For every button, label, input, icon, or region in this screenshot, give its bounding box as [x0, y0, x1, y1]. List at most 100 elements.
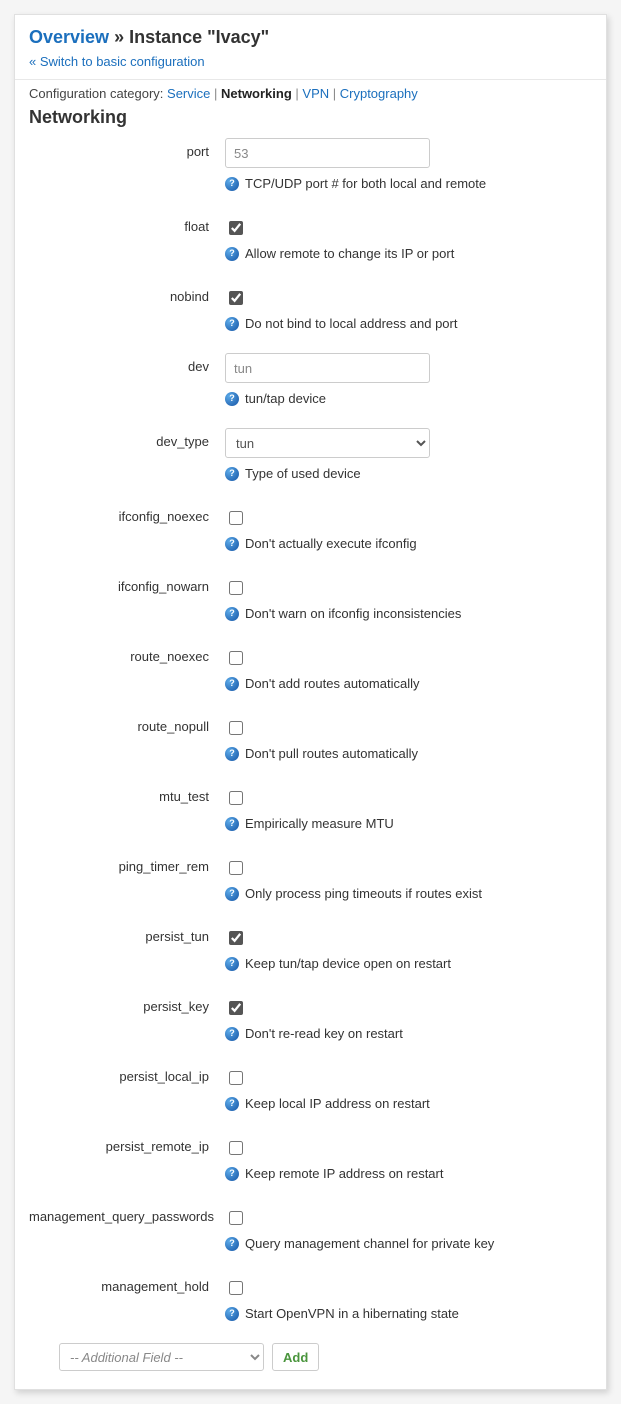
- help-icon: ?: [225, 317, 239, 331]
- label-dev: dev: [29, 353, 225, 374]
- help-icon: ?: [225, 247, 239, 261]
- help-persist_key: ?Don't re-read key on restart: [225, 1026, 592, 1041]
- input-port[interactable]: [225, 138, 430, 168]
- label-route_noexec: route_noexec: [29, 643, 225, 664]
- switch-basic-link[interactable]: « Switch to basic configuration: [29, 54, 205, 69]
- additional-field-select[interactable]: -- Additional Field --: [59, 1343, 264, 1371]
- help-route_noexec: ? Don't add routes automatically: [225, 676, 592, 691]
- field-persist_tun: ?Keep tun/tap device open on restart: [225, 923, 592, 971]
- input-persist_local_ip[interactable]: [229, 1071, 243, 1085]
- help-icon: ?: [225, 467, 239, 481]
- label-port: port: [29, 138, 225, 159]
- help-text-ping_timer_rem: Only process ping timeouts if routes exi…: [245, 886, 482, 901]
- help-port: ? TCP/UDP port # for both local and remot…: [225, 176, 592, 191]
- label-mtu_test: mtu_test: [29, 783, 225, 804]
- category-link-service[interactable]: Service: [167, 86, 210, 101]
- breadcrumb-overview-link[interactable]: Overview: [29, 27, 109, 47]
- field-port: ? TCP/UDP port # for both local and remot…: [225, 138, 592, 191]
- input-management_query_passwords[interactable]: [229, 1211, 243, 1225]
- help-persist_local_ip: ? Keep local IP address on restart: [225, 1096, 592, 1111]
- help-text-persist_local_ip: Keep local IP address on restart: [245, 1096, 430, 1111]
- help-icon: ?: [225, 177, 239, 191]
- category-sep: |: [210, 86, 221, 101]
- help-icon: ?: [225, 1237, 239, 1251]
- input-ifconfig_noexec[interactable]: [229, 511, 243, 525]
- help-persist_tun: ?Keep tun/tap device open on restart: [225, 956, 592, 971]
- row-persist_tun: persist_tun?Keep tun/tap device open on …: [29, 923, 592, 971]
- field-nobind: ? Do not bind to local address and port: [225, 283, 592, 331]
- help-icon: ?: [225, 1307, 239, 1321]
- config-panel: Overview » Instance "Ivacy" « Switch to …: [14, 14, 607, 1390]
- help-icon: ?: [225, 747, 239, 761]
- help-text-dev_type: Type of used device: [245, 466, 361, 481]
- field-ifconfig_noexec: ?Don't actually execute ifconfig: [225, 503, 592, 551]
- row-route_nopull: route_nopull?Don't pull routes automatic…: [29, 713, 592, 761]
- field-persist_remote_ip: ?Keep remote IP address on restart: [225, 1133, 592, 1181]
- help-text-port: TCP/UDP port # for both local and remote: [245, 176, 486, 191]
- add-button[interactable]: Add: [272, 1343, 319, 1371]
- category-link-vpn[interactable]: VPN: [302, 86, 329, 101]
- help-icon: ?: [225, 817, 239, 831]
- breadcrumb-current: Instance "Ivacy": [129, 27, 269, 47]
- label-route_nopull: route_nopull: [29, 713, 225, 734]
- input-dev_type[interactable]: tun: [225, 428, 430, 458]
- help-text-dev: tun/tap device: [245, 391, 326, 406]
- help-text-persist_tun: Keep tun/tap device open on restart: [245, 956, 451, 971]
- row-persist_remote_ip: persist_remote_ip?Keep remote IP address…: [29, 1133, 592, 1181]
- row-dev_type: dev_typetun? Type of used device: [29, 428, 592, 481]
- input-ifconfig_nowarn[interactable]: [229, 581, 243, 595]
- label-ifconfig_noexec: ifconfig_noexec: [29, 503, 225, 524]
- help-float: ? Allow remote to change its IP or port: [225, 246, 592, 261]
- category-row: Configuration category: Service | Networ…: [15, 80, 606, 103]
- help-icon: ?: [225, 1167, 239, 1181]
- input-mtu_test[interactable]: [229, 791, 243, 805]
- input-management_hold[interactable]: [229, 1281, 243, 1295]
- row-dev: dev ?tun/tap device: [29, 353, 592, 406]
- help-text-float: Allow remote to change its IP or port: [245, 246, 454, 261]
- label-persist_key: persist_key: [29, 993, 225, 1014]
- help-text-route_noexec: Don't add routes automatically: [245, 676, 419, 691]
- input-dev[interactable]: [225, 353, 430, 383]
- input-ping_timer_rem[interactable]: [229, 861, 243, 875]
- category-items: Service | Networking | VPN | Cryptograph…: [167, 86, 418, 101]
- help-text-nobind: Do not bind to local address and port: [245, 316, 457, 331]
- help-icon: ?: [225, 1097, 239, 1111]
- input-route_noexec[interactable]: [229, 651, 243, 665]
- label-ping_timer_rem: ping_timer_rem: [29, 853, 225, 874]
- category-link-cryptography[interactable]: Cryptography: [340, 86, 418, 101]
- label-dev_type: dev_type: [29, 428, 225, 449]
- row-ping_timer_rem: ping_timer_rem?Only process ping timeout…: [29, 853, 592, 901]
- help-management_query_passwords: ? Query management channel for private ke…: [225, 1236, 592, 1251]
- input-nobind[interactable]: [229, 291, 243, 305]
- input-persist_tun[interactable]: [229, 931, 243, 945]
- help-text-persist_key: Don't re-read key on restart: [245, 1026, 403, 1041]
- help-text-management_hold: Start OpenVPN in a hibernating state: [245, 1306, 459, 1321]
- input-float[interactable]: [229, 221, 243, 235]
- row-route_noexec: route_noexec? Don't add routes automatica…: [29, 643, 592, 691]
- help-management_hold: ? Start OpenVPN in a hibernating state: [225, 1306, 592, 1321]
- field-management_query_passwords: ? Query management channel for private ke…: [225, 1203, 592, 1251]
- field-mtu_test: ?Empirically measure MTU: [225, 783, 592, 831]
- help-route_nopull: ?Don't pull routes automatically: [225, 746, 592, 761]
- row-port: port? TCP/UDP port # for both local and r…: [29, 138, 592, 191]
- help-dev: ?tun/tap device: [225, 391, 592, 406]
- section-title: Networking: [15, 103, 606, 136]
- row-nobind: nobind? Do not bind to local address and …: [29, 283, 592, 331]
- field-management_hold: ? Start OpenVPN in a hibernating state: [225, 1273, 592, 1321]
- breadcrumb: Overview » Instance "Ivacy": [29, 27, 592, 48]
- help-icon: ?: [225, 677, 239, 691]
- input-persist_key[interactable]: [229, 1001, 243, 1015]
- input-persist_remote_ip[interactable]: [229, 1141, 243, 1155]
- row-persist_key: persist_key?Don't re-read key on restart: [29, 993, 592, 1041]
- label-management_hold: management_hold: [29, 1273, 225, 1294]
- help-ifconfig_noexec: ?Don't actually execute ifconfig: [225, 536, 592, 551]
- label-nobind: nobind: [29, 283, 225, 304]
- form-body: port? TCP/UDP port # for both local and r…: [15, 136, 606, 1389]
- field-dev: ?tun/tap device: [225, 353, 592, 406]
- additional-field-row: -- Additional Field -- Add: [29, 1343, 592, 1377]
- help-text-management_query_passwords: Query management channel for private key: [245, 1236, 494, 1251]
- help-icon: ?: [225, 537, 239, 551]
- input-route_nopull[interactable]: [229, 721, 243, 735]
- help-ifconfig_nowarn: ?Don't warn on ifconfig inconsistencies: [225, 606, 592, 621]
- label-float: float: [29, 213, 225, 234]
